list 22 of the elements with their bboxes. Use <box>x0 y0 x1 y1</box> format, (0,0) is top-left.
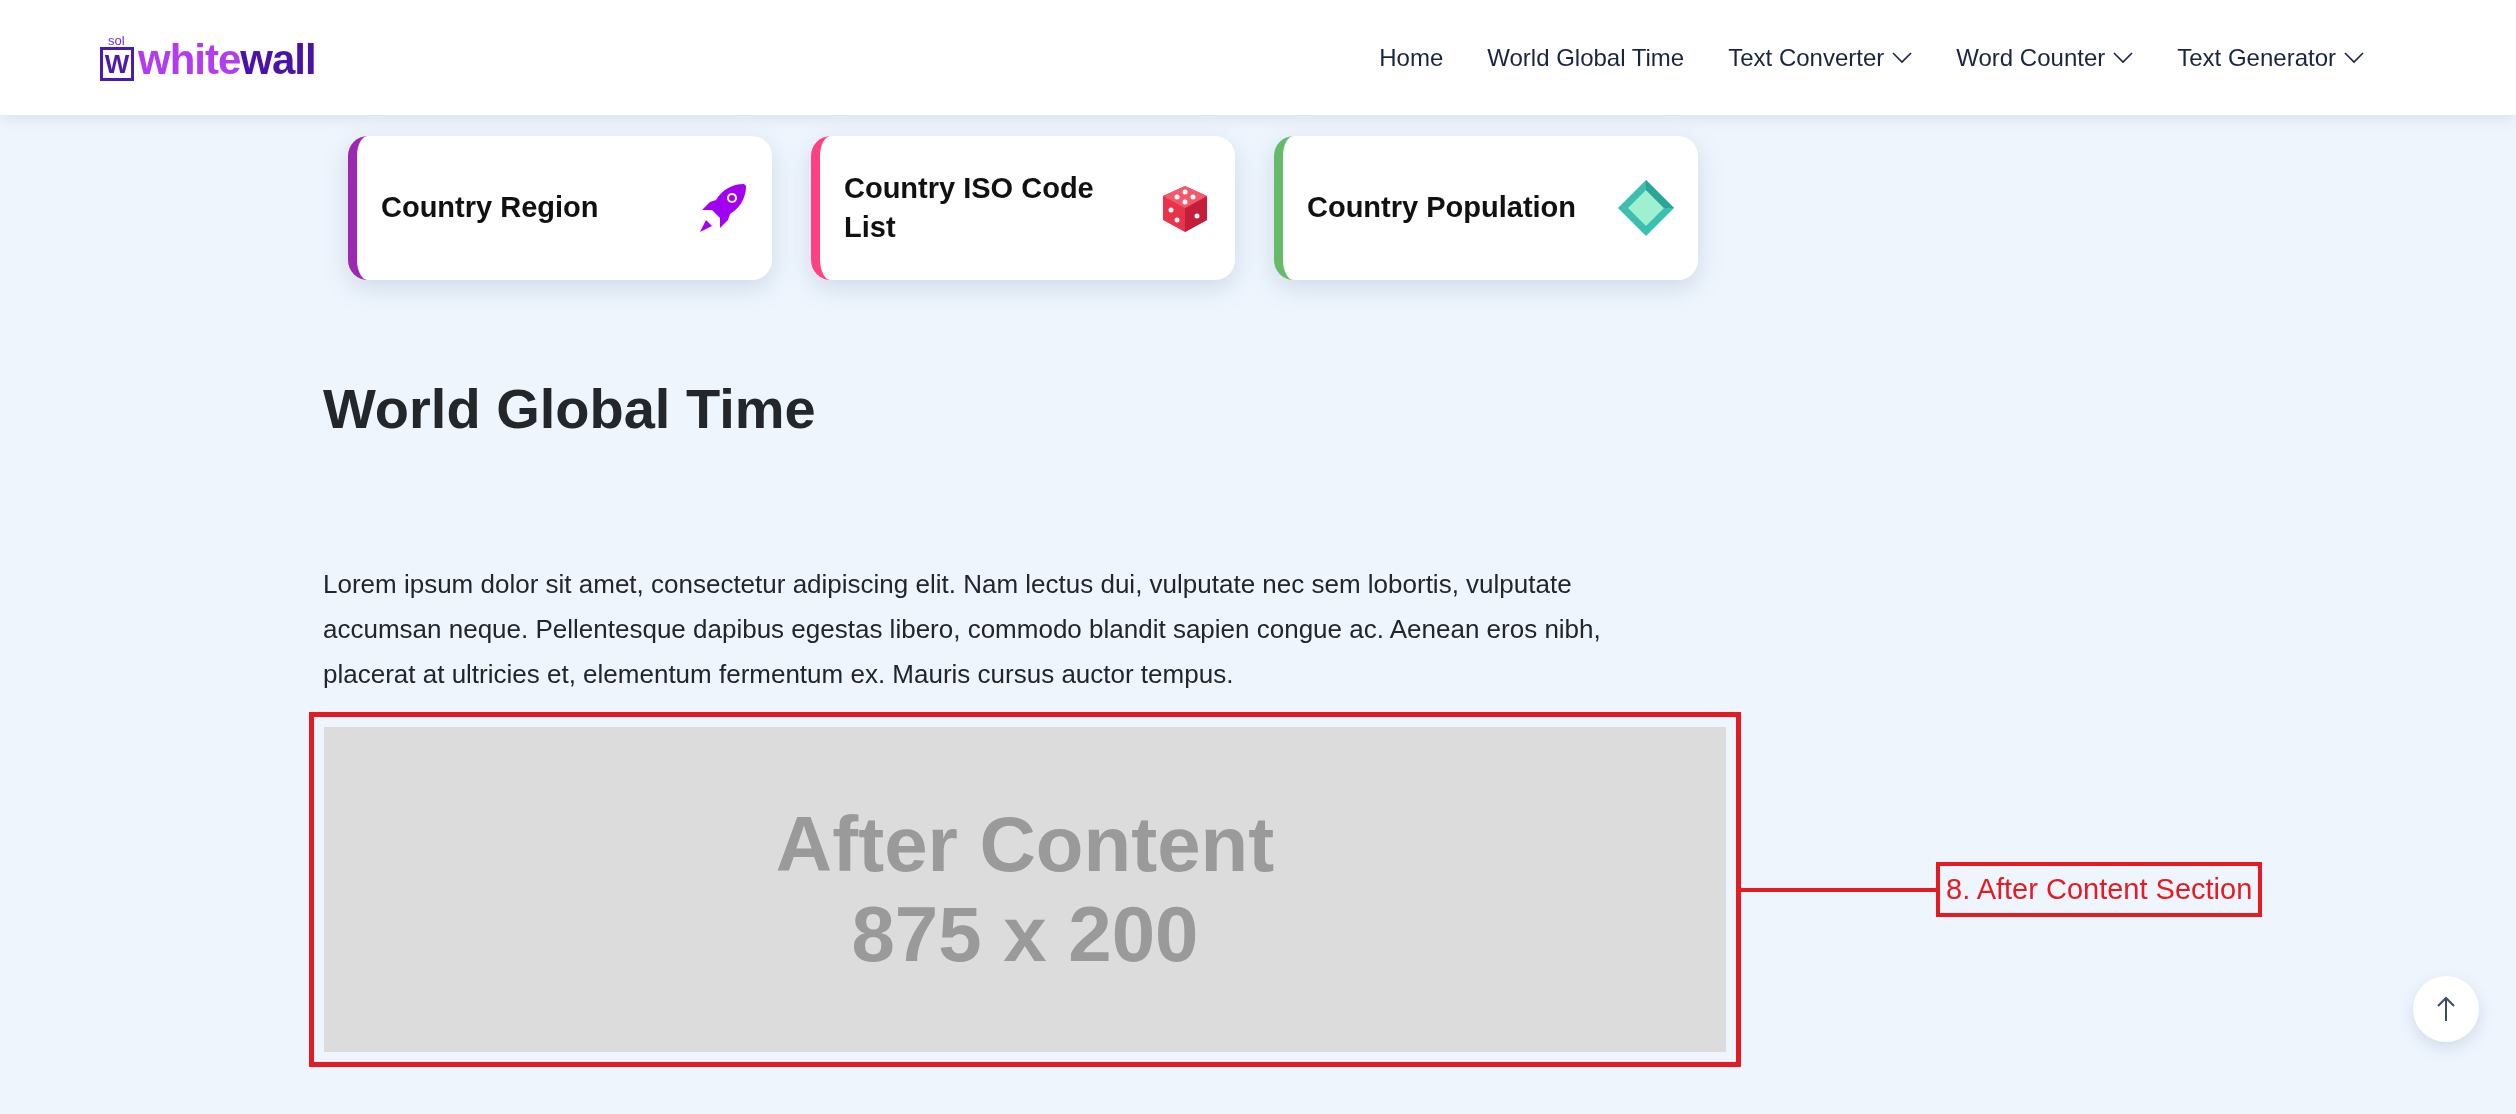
nav-link[interactable]: Word Counter <box>1956 39 2134 76</box>
logo-wordmark: white <box>138 39 241 81</box>
annotation-label: 8. After Content Section <box>1936 861 2263 918</box>
card-title: Country ISO Code List <box>844 170 1095 245</box>
up-arrow-icon <box>2437 996 2455 1022</box>
logo-mark: W <box>100 47 134 81</box>
card-title: Country Population <box>1307 190 1577 226</box>
country-card[interactable]: Country Population <box>1274 136 1698 280</box>
ad-size-text: 875 x 200 <box>851 889 1199 980</box>
country-card[interactable]: Country ISO Code List <box>811 136 1235 280</box>
page-heading: World Global Time <box>323 376 817 442</box>
nav-link[interactable]: Text Converter <box>1728 39 1913 76</box>
card-title: Country Region <box>381 190 599 226</box>
nav-link[interactable]: World Global Time <box>1487 39 1685 76</box>
diamond-icon <box>1616 178 1676 238</box>
nav-link[interactable]: Text Generator <box>2177 39 2364 76</box>
nav-link[interactable]: Home <box>1379 39 1444 76</box>
logo-tag-text: sol <box>108 34 126 47</box>
country-card[interactable]: Country Region <box>348 136 772 280</box>
logo-wordmark: wall <box>240 39 316 81</box>
intro-paragraph: Lorem ipsum dolor sit amet, consectetur adipiscing elit. Nam lectus dui, vulputate nec sem lobortis, vulputate accumsan neque. Pellentesque dapibus egestas libero, commodo blandit sapien congue ac. Aenean eros nibh, placerat at ultricies et, elementum fermentum ex. Mauris cursus auctor tempus. <box>323 568 1602 692</box>
ad-text: After Content <box>775 800 1275 890</box>
